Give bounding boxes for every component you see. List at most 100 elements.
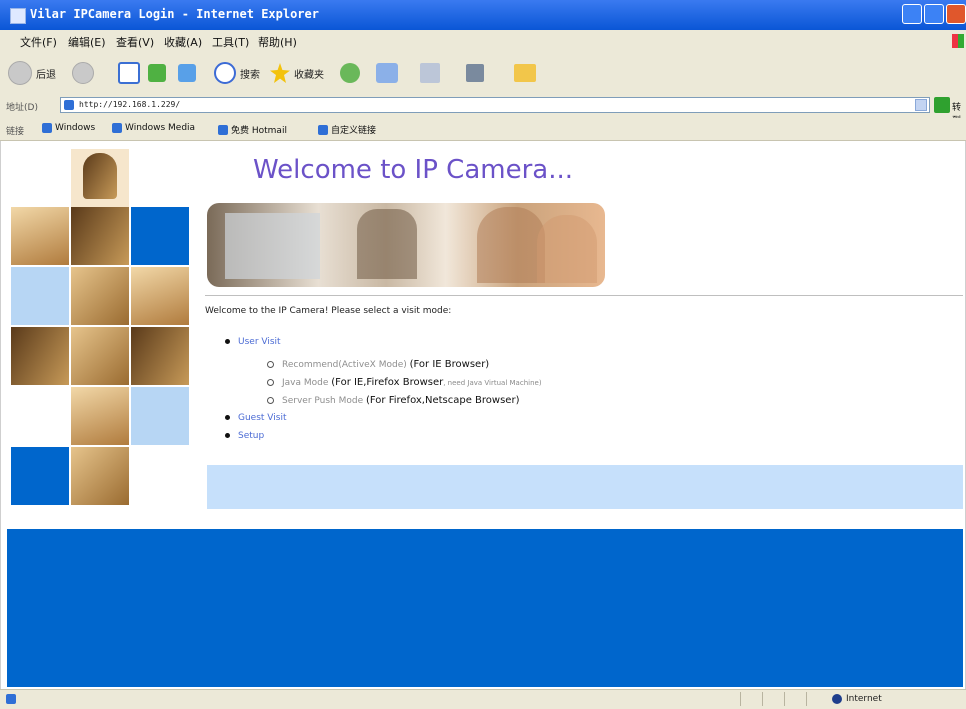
link-windows[interactable]: Windows (42, 123, 95, 133)
link-custom[interactable]: 自定义链接 (318, 123, 376, 136)
java-mode-extra: , need Java Virtual Machine) (443, 379, 542, 387)
back-button[interactable]: 后退 (8, 59, 56, 87)
window-title: Vilar IPCamera Login - Internet Explorer (30, 7, 319, 21)
address-input[interactable]: http://192.168.1.229/ (60, 97, 930, 113)
zone-label: Internet (846, 694, 882, 704)
circle-bullet-icon (267, 379, 274, 386)
forward-arrow-icon (72, 62, 94, 84)
status-bar: Internet (0, 689, 966, 709)
mode-activex-item: Recommend(ActiveX Mode) (For IE Browser) (267, 359, 489, 370)
go-button[interactable] (934, 97, 950, 113)
media-button[interactable] (340, 59, 360, 87)
link-hotmail[interactable]: 免费 Hotmail (218, 123, 287, 136)
search-button[interactable]: 搜索 (214, 59, 260, 87)
setup-link[interactable]: Setup (238, 431, 264, 441)
setup-item: Setup (225, 431, 264, 441)
address-label: 地址(D) (6, 103, 38, 113)
status-divider (784, 692, 785, 706)
print-button[interactable] (420, 59, 440, 87)
mail-icon (376, 63, 398, 83)
ie-app-icon (10, 8, 26, 24)
internet-zone-icon (832, 694, 842, 704)
menu-tools[interactable]: 工具(T) (212, 34, 249, 50)
mosaic-tile (131, 207, 189, 265)
menu-view[interactable]: 查看(V) (116, 34, 154, 50)
media-icon (340, 63, 360, 83)
title-bar: Vilar IPCamera Login - Internet Explorer (0, 0, 966, 30)
circle-bullet-icon (267, 397, 274, 404)
ie-link-icon (42, 123, 52, 133)
stop-icon (118, 62, 140, 84)
server-push-link[interactable]: Server Push Mode (282, 396, 363, 406)
search-label: 搜索 (240, 69, 260, 81)
favorites-button[interactable]: 收藏夹 (270, 59, 324, 87)
activex-mode-link[interactable]: Recommend(ActiveX Mode) (282, 360, 407, 370)
mosaic-photo (131, 267, 189, 325)
guest-visit-link[interactable]: Guest Visit (238, 413, 286, 423)
mail-button[interactable] (376, 59, 398, 87)
divider (205, 295, 963, 296)
guest-visit-item: Guest Visit (225, 413, 286, 423)
user-visit-link[interactable]: User Visit (238, 337, 281, 347)
folder-button[interactable] (514, 59, 536, 87)
link-windows-media[interactable]: Windows Media (112, 123, 195, 133)
footer-band (7, 529, 963, 687)
banner-child (357, 209, 417, 279)
banner-adult (477, 207, 545, 283)
mosaic-photo (11, 327, 69, 385)
stop-button[interactable] (118, 59, 140, 87)
menu-file[interactable]: 文件(F) (20, 34, 57, 50)
mosaic-photo (131, 327, 189, 385)
menu-bar: 文件(F) 编辑(E) 查看(V) 收藏(A) 工具(T) 帮助(H) (0, 30, 966, 52)
ie-link-icon (318, 124, 328, 135)
menu-edit[interactable]: 编辑(E) (68, 34, 106, 50)
web-page: Welcome to IP Camera... Welcome to the I… (0, 141, 966, 689)
banner-child-2 (537, 215, 597, 283)
bullet-icon (225, 339, 230, 344)
java-mode-link[interactable]: Java Mode (282, 378, 328, 388)
page-icon (64, 100, 74, 110)
ie-link-icon (218, 124, 228, 135)
refresh-button[interactable] (148, 59, 166, 87)
home-button[interactable] (178, 59, 196, 87)
home-icon (178, 64, 196, 82)
info-panel (207, 465, 963, 509)
menu-favorites[interactable]: 收藏(A) (164, 34, 202, 50)
status-divider (762, 692, 763, 706)
mosaic-photo (71, 267, 129, 325)
page-title: Welcome to IP Camera... (253, 155, 573, 185)
address-dropdown-icon[interactable] (915, 99, 927, 111)
page-status-icon (6, 694, 16, 704)
banner-laptop (225, 213, 320, 279)
link-label: 自定义链接 (331, 126, 377, 136)
bullet-icon (225, 415, 230, 420)
banner-image (207, 203, 605, 287)
mode-server-push-item: Server Push Mode (For Firefox,Netscape B… (267, 395, 519, 406)
refresh-icon (148, 64, 166, 82)
favorites-label: 收藏夹 (294, 69, 324, 81)
favorites-star-icon (270, 63, 290, 83)
forward-button[interactable] (72, 59, 94, 87)
link-label: Windows Media (125, 123, 196, 133)
mosaic-tile (11, 447, 69, 505)
activex-mode-note: (For IE Browser) (409, 359, 490, 370)
minimize-button[interactable] (902, 4, 922, 24)
mosaic-photo (71, 207, 129, 265)
mode-java-item: Java Mode (For IE,Firefox Browser, need … (267, 377, 542, 388)
link-label: Windows (55, 123, 96, 133)
menu-help[interactable]: 帮助(H) (258, 34, 297, 50)
mosaic-photo (11, 207, 69, 265)
ie-link-icon (112, 123, 122, 133)
mosaic-photo (71, 327, 129, 385)
maximize-button[interactable] (924, 4, 944, 24)
mosaic-tile (131, 387, 189, 445)
bullet-icon (225, 433, 230, 438)
links-label: 链接 (6, 127, 25, 137)
status-divider (740, 692, 741, 706)
mosaic-photo (71, 387, 129, 445)
address-bar: 地址(D) http://192.168.1.229/ 转到 (0, 94, 966, 126)
server-push-note: (For Firefox,Netscape Browser) (366, 395, 520, 406)
edit-button[interactable] (466, 59, 484, 87)
folder-icon (514, 64, 536, 82)
close-button[interactable] (946, 4, 966, 24)
